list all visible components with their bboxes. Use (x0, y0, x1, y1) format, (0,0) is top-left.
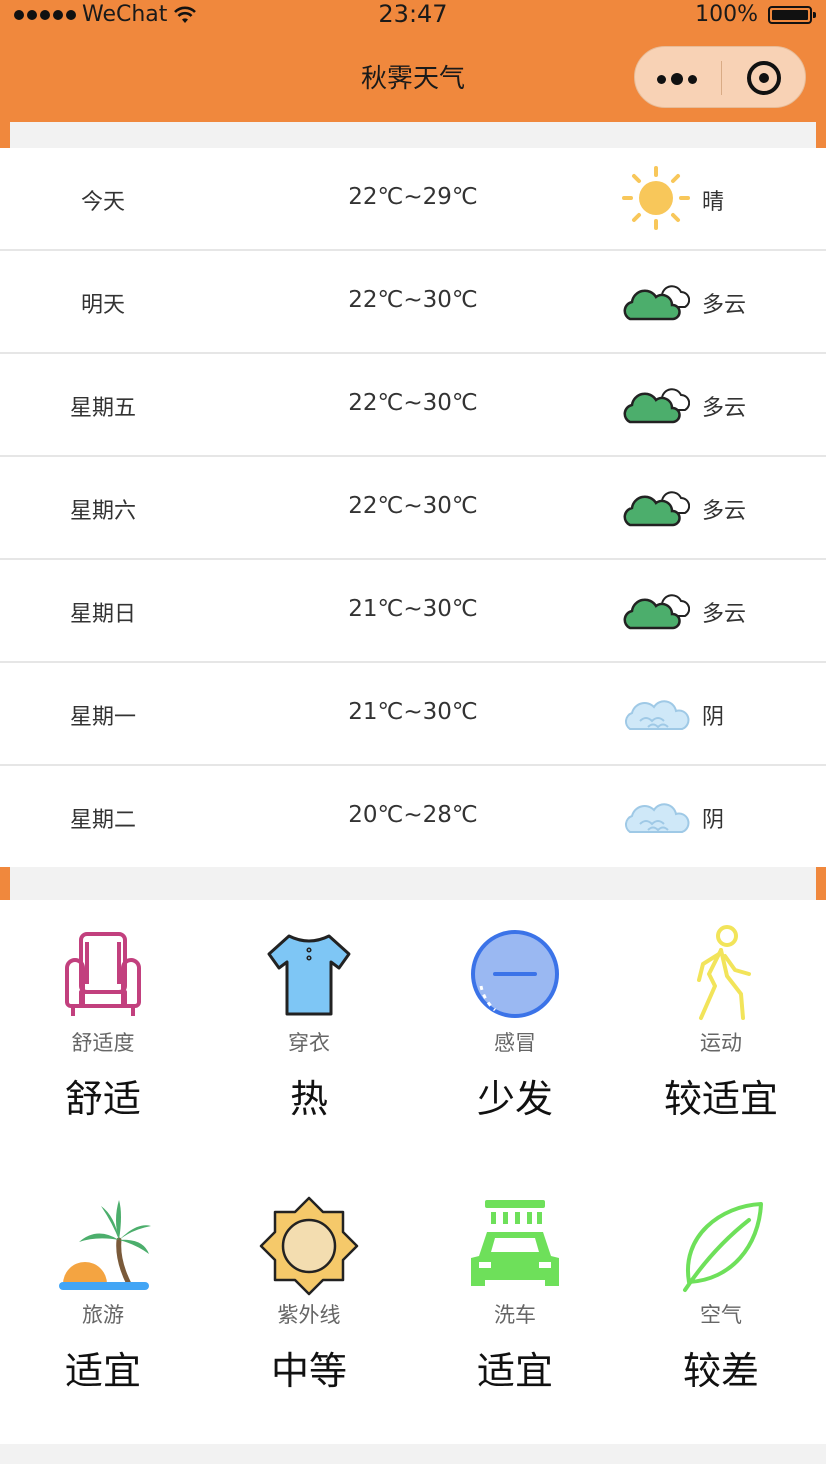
forecast-row[interactable]: 明天 22℃~30℃ 多云 (0, 251, 826, 354)
index-value: 适宜 (476, 1349, 553, 1393)
forecast-row[interactable]: 星期日 21℃~30℃ 多云 (0, 560, 826, 663)
life-indices-grid: 舒适度 舒适 穿衣 热 感冒 少发 运动 较适宜 旅游 适宜 紫外线 中等 洗车… (0, 900, 826, 1444)
index-label: 洗车 (494, 1303, 536, 1327)
forecast-list: 今天 22℃~29℃ 晴 明天 22℃~30℃ 多云 星期五 22℃~30℃ 多… (0, 148, 826, 867)
forecast-row[interactable]: 星期二 20℃~28℃ 阴 (0, 766, 826, 867)
battery-percent: 100% (695, 2, 758, 27)
index-value: 中等 (270, 1349, 347, 1393)
forecast-row[interactable]: 星期五 22℃~30℃ 多云 (0, 354, 826, 457)
mini-program-capsule (634, 46, 806, 108)
status-bar: WeChat 23:47 100% (0, 0, 826, 28)
index-dressing[interactable]: 穿衣 热 (206, 924, 412, 1123)
partly-cloudy-icon (623, 594, 690, 630)
forecast-temp: 22℃~30℃ (348, 390, 478, 416)
forecast-row[interactable]: 星期一 21℃~30℃ 阴 (0, 663, 826, 766)
forecast-temp: 21℃~30℃ (348, 699, 478, 725)
partly-cloudy-icon (623, 388, 690, 424)
partly-cloudy-icon (623, 491, 690, 527)
index-car-wash[interactable]: 洗车 适宜 (412, 1196, 618, 1395)
capsule-divider (721, 61, 722, 95)
more-dots-icon-right (688, 74, 697, 84)
forecast-row[interactable]: 星期六 22℃~30℃ 多云 (0, 457, 826, 560)
forecast-temp: 22℃~30℃ (348, 287, 478, 313)
armchair-icon (65, 932, 141, 1016)
forecast-day: 明天 (80, 293, 125, 318)
forecast-condition: 多云 (702, 602, 747, 627)
more-dots-icon-center (671, 73, 683, 85)
index-uv[interactable]: 紫外线 中等 (206, 1196, 412, 1395)
forecast-temp: 20℃~28℃ (348, 802, 478, 828)
index-label: 舒适度 (71, 1031, 135, 1055)
forecast-temp: 22℃~29℃ (348, 184, 478, 210)
index-label: 感冒 (494, 1031, 536, 1055)
forecast-condition: 多云 (702, 396, 747, 421)
battery-icon (768, 5, 816, 24)
close-mini-program-button[interactable] (747, 61, 781, 95)
forecast-condition: 晴 (702, 190, 725, 215)
index-value: 适宜 (64, 1349, 141, 1393)
index-cold[interactable]: 感冒 少发 (412, 924, 618, 1123)
more-button[interactable] (657, 73, 697, 85)
palm-beach-icon (59, 1200, 151, 1290)
index-value: 较差 (682, 1349, 759, 1393)
uv-sun-icon (259, 1196, 359, 1296)
index-label: 穿衣 (288, 1031, 330, 1055)
forecast-condition: 阴 (702, 808, 725, 833)
index-value: 少发 (476, 1077, 553, 1121)
forecast-day: 今天 (80, 190, 125, 215)
right-edge-accent (816, 122, 826, 148)
overcast-cloud-icon (625, 700, 690, 730)
index-air[interactable]: 空气 较差 (618, 1196, 824, 1395)
index-label: 运动 (700, 1031, 742, 1055)
leaf-icon (683, 1202, 763, 1292)
forecast-condition: 多云 (702, 499, 747, 524)
forecast-row[interactable]: 今天 22℃~29℃ 晴 (0, 148, 826, 251)
forecast-condition: 阴 (702, 705, 725, 730)
more-dots-icon (657, 74, 666, 84)
index-label: 紫外线 (277, 1303, 341, 1327)
forecast-temp: 22℃~30℃ (348, 493, 478, 519)
forecast-day: 星期六 (69, 499, 136, 524)
forecast-temp: 21℃~30℃ (348, 596, 478, 622)
forecast-day: 星期二 (69, 808, 136, 833)
index-comfort[interactable]: 舒适度 舒适 (0, 924, 206, 1123)
index-sport[interactable]: 运动 较适宜 (618, 924, 824, 1123)
forecast-day: 星期日 (69, 602, 136, 627)
forecast-condition: 多云 (702, 293, 747, 318)
index-value: 舒适 (64, 1077, 141, 1121)
index-label: 空气 (700, 1303, 742, 1327)
overcast-cloud-icon (625, 803, 690, 833)
left-edge-accent (0, 122, 10, 148)
partly-cloudy-icon (623, 285, 690, 321)
forecast-day: 星期五 (69, 396, 136, 421)
index-value: 热 (289, 1077, 328, 1121)
sun-icon (622, 166, 690, 230)
walking-person-icon (697, 925, 751, 1020)
forecast-day: 星期一 (69, 705, 136, 730)
index-value: 较适宜 (663, 1077, 778, 1121)
car-wash-icon (471, 1200, 559, 1286)
battery-group: 100% (695, 2, 816, 27)
minus-circle-icon (471, 930, 559, 1018)
index-travel[interactable]: 旅游 适宜 (0, 1196, 206, 1395)
tshirt-icon (267, 934, 351, 1016)
nav-bar: 秋霁天气 (0, 28, 826, 122)
index-label: 旅游 (82, 1303, 124, 1327)
